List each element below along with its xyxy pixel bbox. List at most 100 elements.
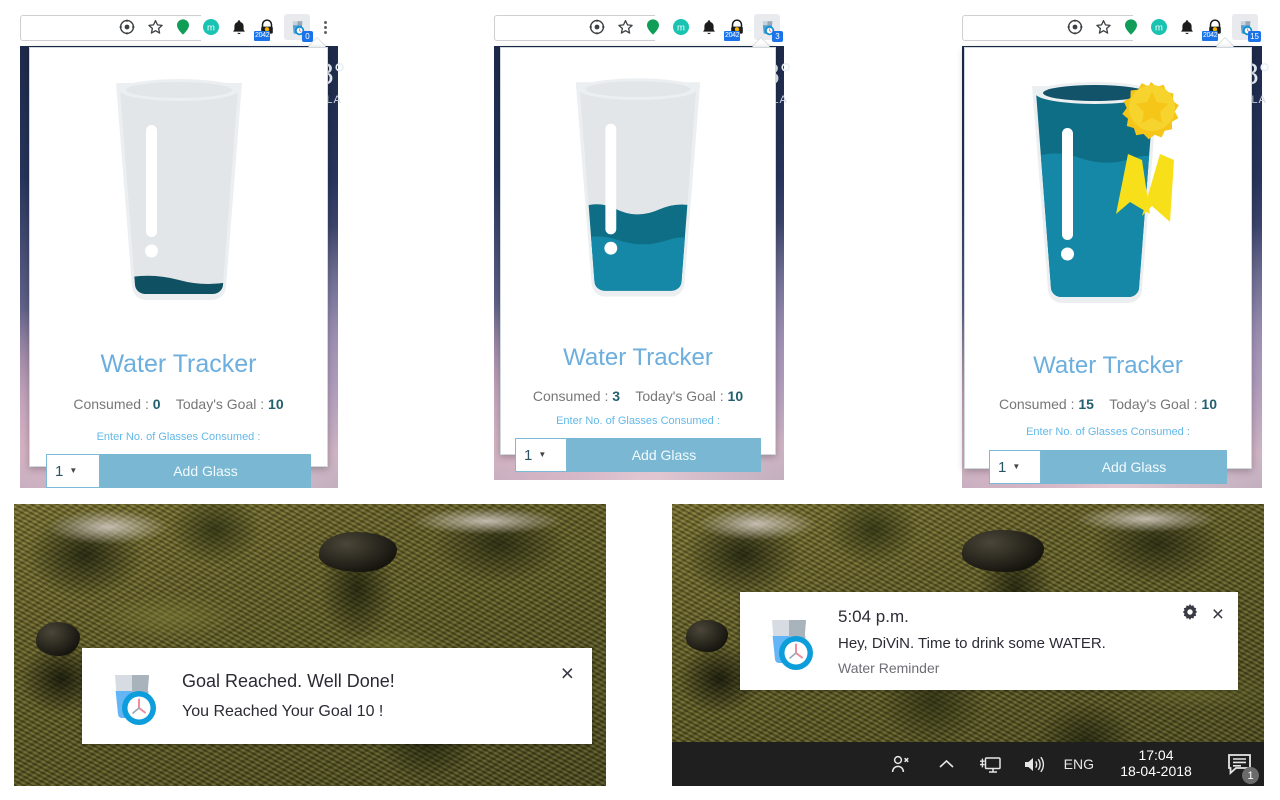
toast-text: 5:04 p.m. Hey, DiViN. Time to drink some…	[838, 592, 1182, 690]
people-icon[interactable]	[884, 747, 918, 781]
location-pin-icon[interactable]	[1064, 16, 1086, 38]
close-icon[interactable]: ×	[561, 662, 574, 685]
green-pin-extension-icon[interactable]	[172, 16, 194, 38]
water-tracker-popup-2: Water Tracker Consumed : 3 Today's Goal …	[500, 47, 776, 472]
toast-title: Goal Reached. Well Done!	[182, 671, 395, 691]
water-tracker-extension-icon[interactable]: 0	[284, 14, 313, 42]
chrome-menu-icon[interactable]	[316, 16, 334, 38]
bookmark-star-icon[interactable]	[614, 16, 636, 38]
pale-patch	[1076, 506, 1216, 532]
toast-message: Hey, DiViN. Time to drink some WATER.	[838, 634, 1106, 652]
pale-patch	[698, 508, 816, 540]
clock-time: 17:04	[1138, 747, 1174, 764]
glasses-count-select[interactable]: 1 ▼	[515, 438, 567, 472]
popup-pointer-3	[1216, 38, 1234, 47]
bell-extension-icon[interactable]	[1176, 16, 1198, 38]
notification-count-badge: 1	[1242, 767, 1259, 784]
action-center-icon[interactable]: 1	[1218, 744, 1260, 784]
network-icon[interactable]	[976, 749, 1004, 779]
water-tracker-extension-icon[interactable]: 15	[1232, 14, 1261, 42]
chevron-down-icon: ▼	[538, 450, 547, 459]
show-hidden-icons-chevron[interactable]	[934, 749, 960, 779]
bookmark-star-icon[interactable]	[144, 16, 166, 38]
add-glass-button[interactable]: Add Glass	[567, 438, 761, 472]
green-pin-extension-icon[interactable]	[642, 16, 664, 38]
windows-taskbar: ENG 17:04 18-04-2018 1	[672, 742, 1264, 786]
stats-row: Consumed : 0 Today's Goal : 10	[30, 396, 327, 412]
location-pin-icon[interactable]	[586, 16, 608, 38]
consumed-value: 0	[152, 396, 161, 412]
page-title: Water Tracker	[563, 344, 713, 371]
consumed-label: Consumed :	[73, 396, 149, 412]
m-circle-extension-icon[interactable]: m	[200, 16, 222, 38]
location-pin-icon[interactable]	[116, 16, 138, 38]
goal-label: Today's Goal :	[175, 396, 265, 412]
language-indicator[interactable]: ENG	[1064, 756, 1094, 772]
goal-reached-toast: Goal Reached. Well Done! You Reached You…	[82, 648, 592, 744]
browser-popup-panel-3: 8° ALA m 2042 15 Water Tracker Consumed …	[962, 8, 1271, 488]
gear-icon[interactable]	[1182, 604, 1198, 625]
water-glass-svg	[115, 79, 242, 301]
add-glass-button[interactable]: Add Glass	[1041, 450, 1227, 484]
add-glass-button[interactable]: Add Glass	[100, 454, 311, 488]
glasses-input-hint: Enter No. of Glasses Consumed :	[96, 431, 261, 443]
padlock-extension-icon[interactable]: 2042	[1202, 16, 1226, 41]
glass-illustration-3	[965, 58, 1251, 316]
toast-actions: ×	[561, 648, 592, 744]
toast-text: Goal Reached. Well Done! You Reached You…	[182, 648, 561, 744]
chevron-down-icon: ▼	[1012, 462, 1021, 471]
consumed-value: 15	[1078, 396, 1094, 412]
windows-reminder-toast: 5:04 p.m. Hey, DiViN. Time to drink some…	[740, 592, 1238, 690]
goal-label: Today's Goal :	[1109, 396, 1198, 412]
rock-shape	[686, 620, 728, 652]
page-title: Water Tracker	[100, 350, 257, 378]
stats-row: Consumed : 3 Today's Goal : 10	[501, 388, 775, 404]
rock-shape	[962, 530, 1044, 572]
water-tracker-popup-1: Water Tracker Consumed : 0 Today's Goal …	[29, 47, 328, 488]
bell-extension-icon[interactable]	[228, 16, 250, 38]
toast-app-name: Water Reminder	[838, 659, 940, 676]
svg-text:m: m	[207, 23, 215, 34]
clock[interactable]: 17:04 18-04-2018	[1110, 748, 1202, 779]
browser-toolbar-2: m 2042 3	[494, 8, 784, 46]
screenshot-collage: 8° ALA m 2042 0 Water Tracker Consumed:…	[0, 0, 1280, 800]
padlock-extension-icon[interactable]: 2042	[724, 16, 748, 41]
volume-icon[interactable]	[1020, 749, 1048, 779]
pale-patch	[48, 510, 168, 544]
glass-illustration-1	[30, 60, 327, 310]
rock-shape	[36, 622, 80, 656]
bookmark-star-icon[interactable]	[1092, 16, 1114, 38]
browser-toolbar-1: m 2042 0	[20, 8, 338, 46]
green-pin-extension-icon[interactable]	[1120, 16, 1142, 38]
goal-value: 10	[268, 396, 284, 412]
goal-value: 10	[727, 388, 744, 404]
bell-extension-icon[interactable]	[698, 16, 720, 38]
glasses-count-select[interactable]: 1 ▼	[46, 454, 100, 488]
popup-pointer-1	[308, 38, 326, 47]
browser-popup-panel-2: 8° ALA m 2042	[494, 8, 792, 480]
rock-shape	[319, 532, 397, 572]
glasses-count-value: 1	[998, 458, 1007, 476]
m-circle-extension-icon[interactable]: m	[670, 16, 692, 38]
svg-text:m: m	[1155, 23, 1163, 34]
pale-patch	[412, 508, 562, 534]
glasses-count-value: 1	[55, 462, 64, 480]
add-glass-controls: 1 ▼ Add Glass	[515, 438, 761, 472]
add-glass-controls: 1 ▼ Add Glass	[46, 454, 311, 488]
water-glass-clock-icon	[772, 620, 813, 670]
water-tracker-extension-icon[interactable]: 3	[754, 14, 783, 42]
glasses-count-select[interactable]: 1 ▼	[989, 450, 1041, 484]
glasses-input-hint: Enter No. of Glasses Consumed :	[1026, 426, 1190, 438]
toast-actions: ×	[1182, 592, 1238, 690]
m-circle-extension-icon[interactable]: m	[1148, 16, 1170, 38]
close-icon[interactable]: ×	[1212, 604, 1224, 625]
water-tracker-popup-3: Water Tracker Consumed : 15 Today's Goal…	[964, 47, 1252, 484]
reminder-screenshot: 5:04 p.m. Hey, DiViN. Time to drink some…	[672, 504, 1264, 786]
glasses-input-hint: Enter No. of Glasses Consumed :	[556, 415, 720, 427]
goal-label: Today's Goal :	[635, 388, 724, 404]
popup-pointer-2	[752, 38, 770, 47]
water-glass-svg	[575, 78, 701, 297]
clock-date: 18-04-2018	[1120, 763, 1192, 779]
padlock-extension-icon[interactable]: 2042	[254, 16, 278, 41]
chevron-down-icon: ▼	[69, 466, 78, 475]
